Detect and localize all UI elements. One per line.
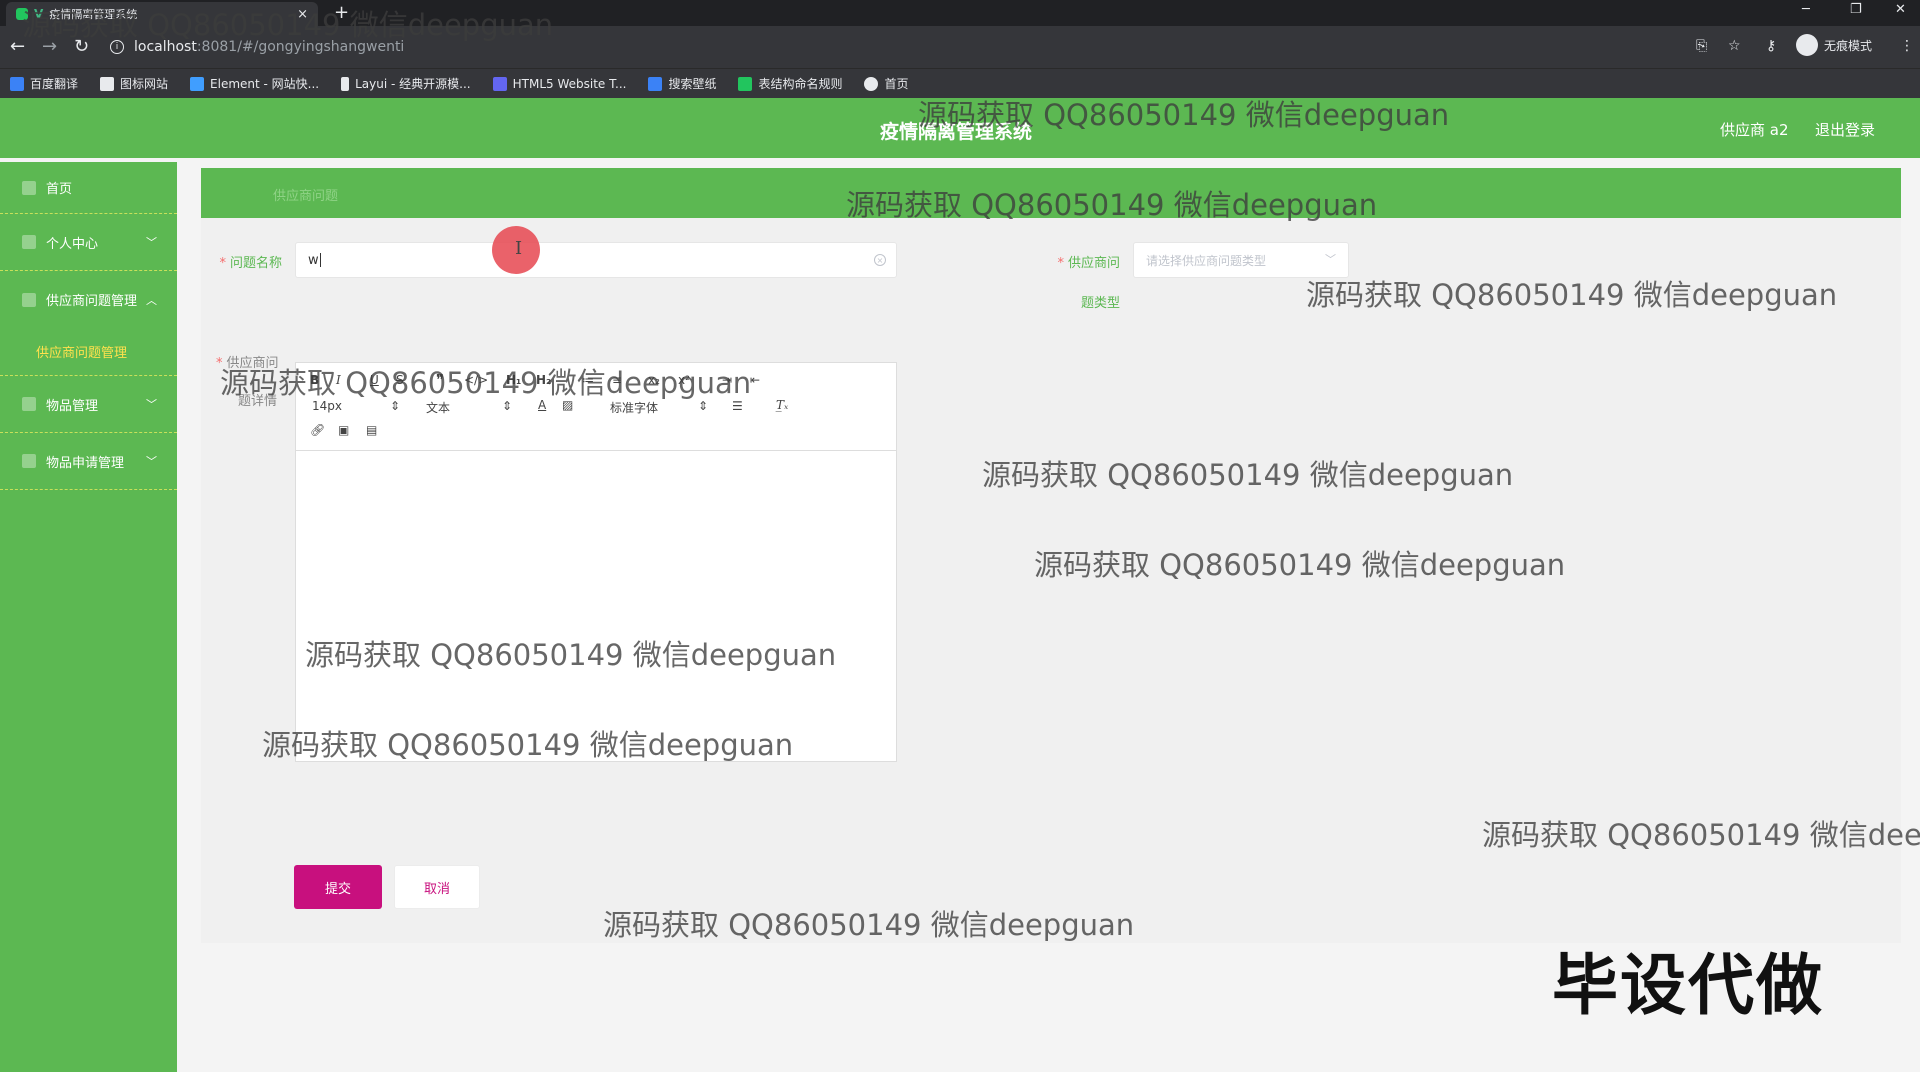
bookmark-icon bbox=[100, 76, 115, 91]
bookmark-star-icon[interactable]: ☆ bbox=[1728, 38, 1741, 54]
bookmark-icon bbox=[492, 76, 507, 91]
watermark: 源码获取 QQ86050149 微信deepguan bbox=[22, 8, 554, 42]
key-icon[interactable]: ⚷ bbox=[1766, 38, 1776, 54]
bookmark-item[interactable]: HTML5 Website T... bbox=[492, 76, 626, 91]
text-cursor-icon: I bbox=[515, 238, 523, 259]
logout-link[interactable]: 退出登录 bbox=[1815, 119, 1875, 140]
sidebar-item-goods-requests[interactable]: 物品申请管理 ﹀ bbox=[0, 433, 177, 490]
incognito-indicator[interactable]: 无痕模式 bbox=[1796, 34, 1872, 56]
incognito-icon bbox=[1796, 34, 1818, 56]
current-user[interactable]: 供应商 a2 bbox=[1720, 119, 1789, 140]
chevron-up-icon: ︿ bbox=[146, 293, 157, 307]
clear-icon[interactable]: × bbox=[874, 254, 886, 266]
bookmark-icon bbox=[190, 76, 205, 91]
overlay-text: 毕设代做 bbox=[1552, 947, 1824, 1024]
sidebar-subitem-supplier-issues[interactable]: 供应商问题管理 bbox=[0, 328, 177, 376]
breadcrumb: 供应商问题 bbox=[273, 189, 339, 204]
watermark: 源码获取 QQ86050149 微信deepguan bbox=[1034, 548, 1566, 582]
sidebar-item-supplier-issues[interactable]: 供应商问题管理 ︿ bbox=[0, 271, 177, 328]
issue-type-label: * 供应商问 bbox=[1057, 256, 1120, 271]
issue-type-label-line2: 题类型 bbox=[1080, 296, 1120, 311]
goods-icon bbox=[22, 397, 36, 411]
watermark: 源码获取 QQ86050149 微信deepguan bbox=[918, 98, 1450, 132]
watermark: 源码获取 QQ86050149 微信deepguan bbox=[603, 908, 1135, 942]
watermark: 源码获取 QQ86050149 微信deepguan bbox=[982, 458, 1514, 492]
sidebar-item-goods[interactable]: 物品管理 ﹀ bbox=[0, 376, 177, 433]
translate-icon[interactable]: ⎘ bbox=[1696, 38, 1707, 54]
window-close-icon[interactable]: ✕ bbox=[1895, 2, 1906, 17]
sidebar-item-home[interactable]: 首页 bbox=[0, 162, 177, 214]
watermark: 源码获取 QQ86050149 微信dee bbox=[1482, 818, 1920, 852]
bookmark-item[interactable]: 搜索壁纸 bbox=[648, 75, 716, 92]
link-icon[interactable]: 🔗︎ bbox=[310, 423, 325, 437]
bookmark-item[interactable]: 图标网站 bbox=[100, 75, 168, 92]
image-icon[interactable]: ▣ bbox=[338, 423, 349, 437]
chevron-down-icon: ﹀ bbox=[1325, 253, 1336, 266]
bookmark-icon bbox=[10, 76, 24, 91]
bookmark-icon bbox=[738, 76, 753, 91]
incognito-label: 无痕模式 bbox=[1824, 38, 1873, 53]
rich-text-editor: B I U S ❞ </> H₁ H₂ ≔ ≡ x₂ x² ⇥ ⇤ 14px ⇕… bbox=[295, 362, 897, 762]
home-icon bbox=[22, 180, 36, 195]
cancel-button[interactable]: 取消 bbox=[394, 865, 480, 909]
bookmark-item[interactable]: Layui - 经典开源模... bbox=[341, 75, 471, 92]
bookmark-icon bbox=[648, 76, 663, 91]
request-icon bbox=[22, 454, 36, 468]
issue-icon bbox=[22, 292, 36, 307]
bookmark-item[interactable]: 首页 bbox=[864, 75, 909, 92]
sidebar: 首页 个人中心 ﹀ 供应商问题管理 ︿ 供应商问题管理 物品管理 ﹀ 物品申请管… bbox=[0, 162, 177, 1072]
editor-content-area[interactable] bbox=[296, 451, 896, 761]
sidebar-item-personal-center[interactable]: 个人中心 ﹀ bbox=[0, 214, 177, 271]
watermark: 源码获取 QQ86050149 微信deepguan bbox=[1306, 278, 1838, 312]
bookmark-icon bbox=[341, 76, 350, 91]
bookmark-item[interactable]: Element - 网站快... bbox=[190, 75, 319, 92]
issue-type-placeholder: 请选择供应商问题类型 bbox=[1146, 253, 1267, 268]
chevron-down-icon: ﹀ bbox=[146, 236, 157, 249]
user-icon bbox=[22, 235, 36, 249]
restore-icon[interactable]: ❐ bbox=[1850, 2, 1862, 17]
chevron-down-icon: ﹀ bbox=[146, 455, 157, 468]
watermark: 源码获取 QQ86050149 微信deepguan bbox=[262, 728, 794, 762]
video-icon[interactable]: ▤ bbox=[366, 423, 377, 437]
watermark: 源码获取 QQ86050149 微信deepguan bbox=[305, 638, 837, 672]
submit-button[interactable]: 提交 bbox=[294, 865, 382, 909]
outdent-icon[interactable]: ⇤ bbox=[750, 373, 760, 387]
clear-format-icon[interactable]: T̲ₓ bbox=[776, 398, 788, 412]
bookmark-icon bbox=[864, 76, 879, 91]
bookmark-item[interactable]: 百度翻译 bbox=[10, 75, 78, 92]
bookmark-item[interactable]: 表结构命名规则 bbox=[738, 75, 842, 92]
minimize-icon[interactable]: ─ bbox=[1802, 2, 1810, 17]
chevron-down-icon: ﹀ bbox=[146, 398, 157, 411]
issue-name-input[interactable]: w × bbox=[295, 242, 897, 278]
browser-menu-icon[interactable]: ⋮ bbox=[1900, 38, 1914, 54]
watermark: 源码获取 QQ86050149 微信deepguan bbox=[220, 366, 752, 400]
issue-name-label: * 问题名称 bbox=[219, 256, 282, 271]
watermark: 源码获取 QQ86050149 微信deepguan bbox=[846, 188, 1378, 222]
issue-name-value: w bbox=[308, 252, 319, 268]
